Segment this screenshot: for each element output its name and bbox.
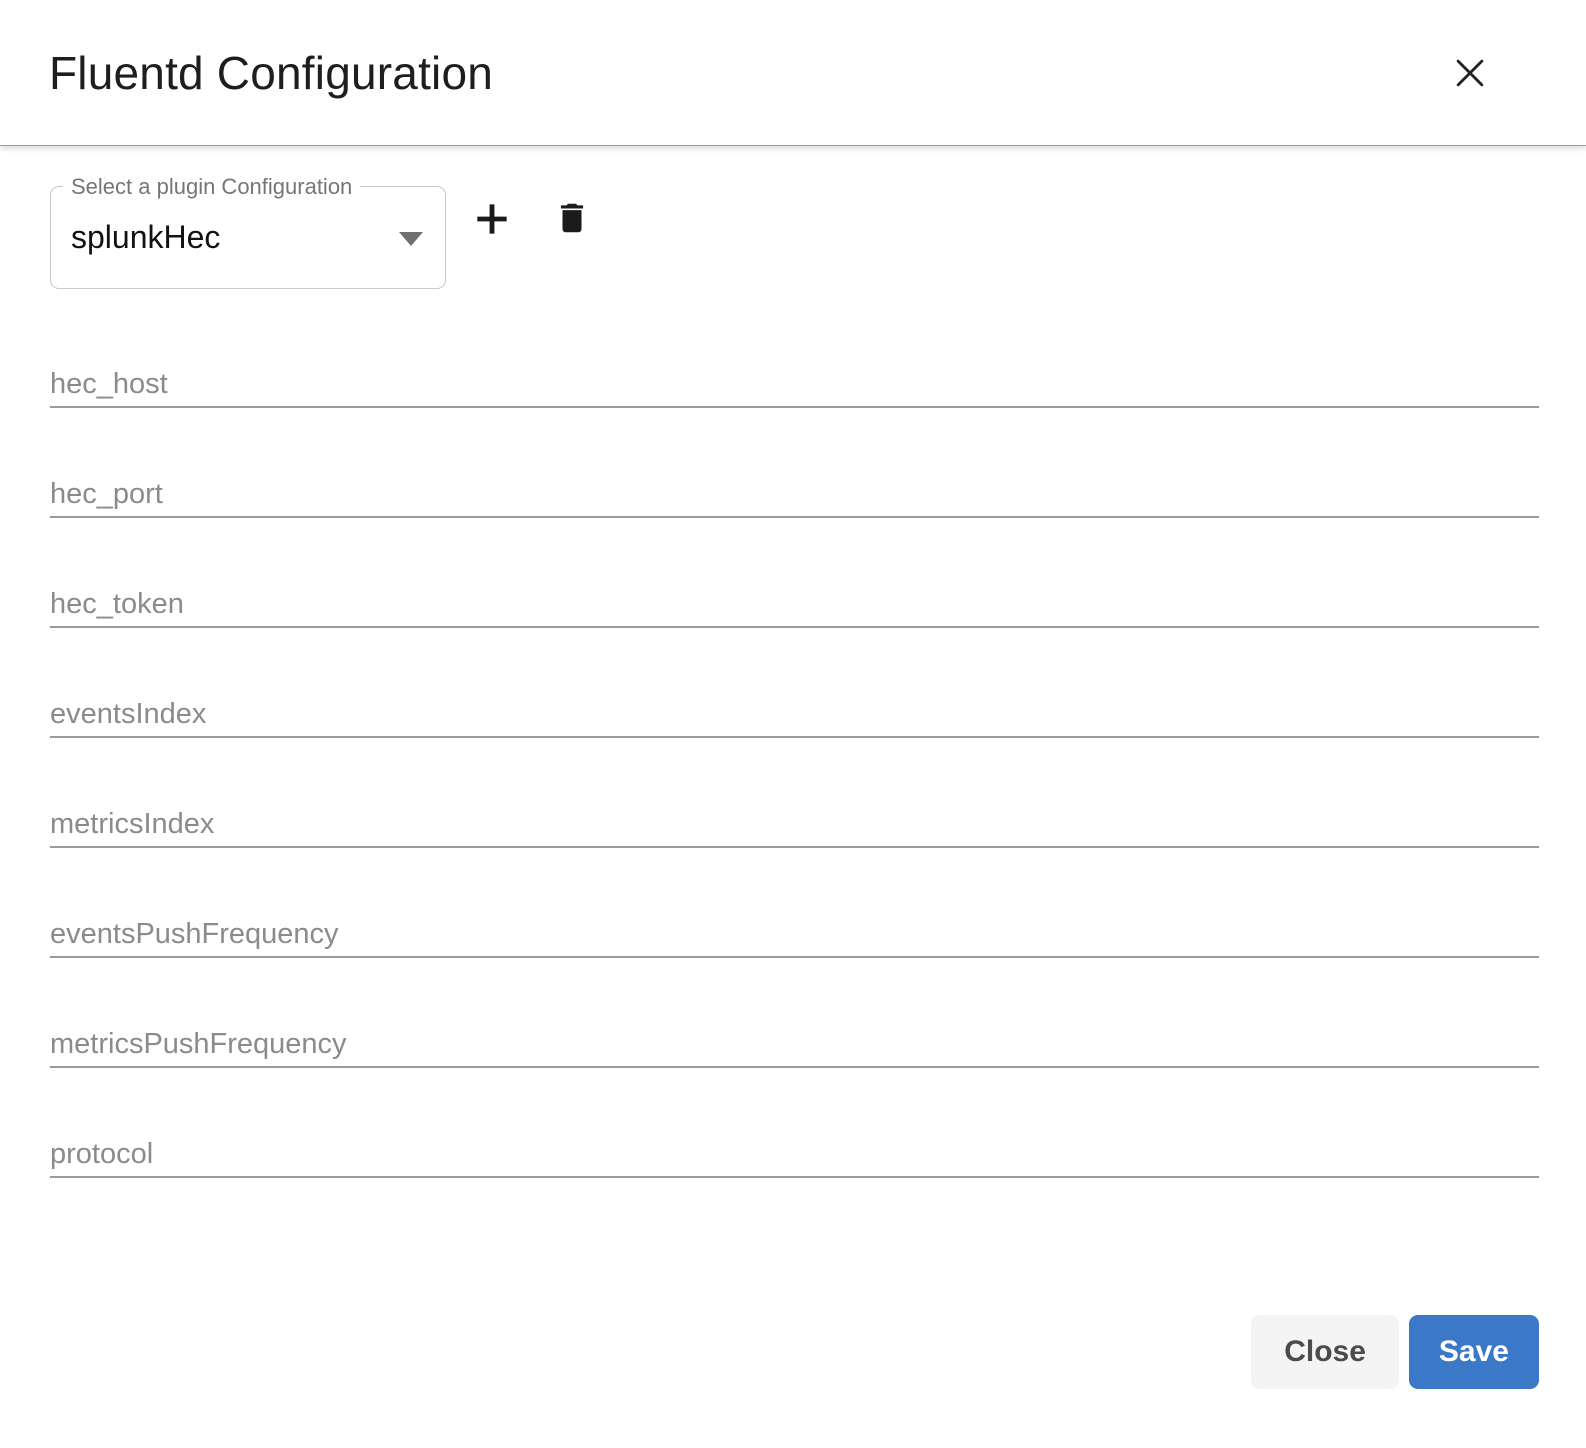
- delete-config-button[interactable]: [553, 199, 591, 237]
- field-row: [50, 1022, 1539, 1068]
- dialog-title: Fluentd Configuration: [49, 46, 494, 99]
- hec-host-input[interactable]: [50, 362, 1539, 408]
- events-push-frequency-input[interactable]: [50, 912, 1539, 958]
- plugin-config-select[interactable]: Select a plugin Configuration splunkHec: [50, 174, 446, 289]
- add-config-button[interactable]: [472, 199, 512, 239]
- trash-icon: [560, 203, 584, 233]
- metrics-index-input[interactable]: [50, 802, 1539, 848]
- dialog-body: Select a plugin Configuration splunkHec: [0, 146, 1586, 1448]
- chevron-down-icon: [399, 231, 423, 246]
- hec-port-input[interactable]: [50, 472, 1539, 518]
- dialog-footer: Close Save: [50, 1315, 1539, 1389]
- metrics-push-frequency-input[interactable]: [50, 1022, 1539, 1068]
- save-button[interactable]: Save: [1408, 1315, 1539, 1389]
- field-row: [50, 912, 1539, 958]
- hec-token-input[interactable]: [50, 582, 1539, 628]
- dialog-header: Fluentd Configuration: [0, 0, 1586, 146]
- close-button[interactable]: Close: [1251, 1315, 1399, 1389]
- plus-icon: [477, 204, 507, 234]
- plugin-config-select-label: Select a plugin Configuration: [63, 174, 361, 200]
- protocol-input[interactable]: [50, 1132, 1539, 1178]
- field-row: [50, 692, 1539, 738]
- close-dialog-button[interactable]: [1445, 48, 1495, 98]
- field-row: [50, 582, 1539, 628]
- events-index-input[interactable]: [50, 692, 1539, 738]
- fluentd-configuration-dialog: Fluentd Configuration Select a plugin Co…: [0, 0, 1586, 1448]
- field-row: [50, 472, 1539, 518]
- field-row: [50, 362, 1539, 408]
- config-fields: [50, 362, 1539, 1178]
- x-icon: [1456, 59, 1484, 86]
- field-row: [50, 1132, 1539, 1178]
- plugin-selector-row: Select a plugin Configuration splunkHec: [50, 174, 1539, 289]
- plugin-config-select-value: splunkHec: [71, 219, 221, 255]
- field-row: [50, 802, 1539, 848]
